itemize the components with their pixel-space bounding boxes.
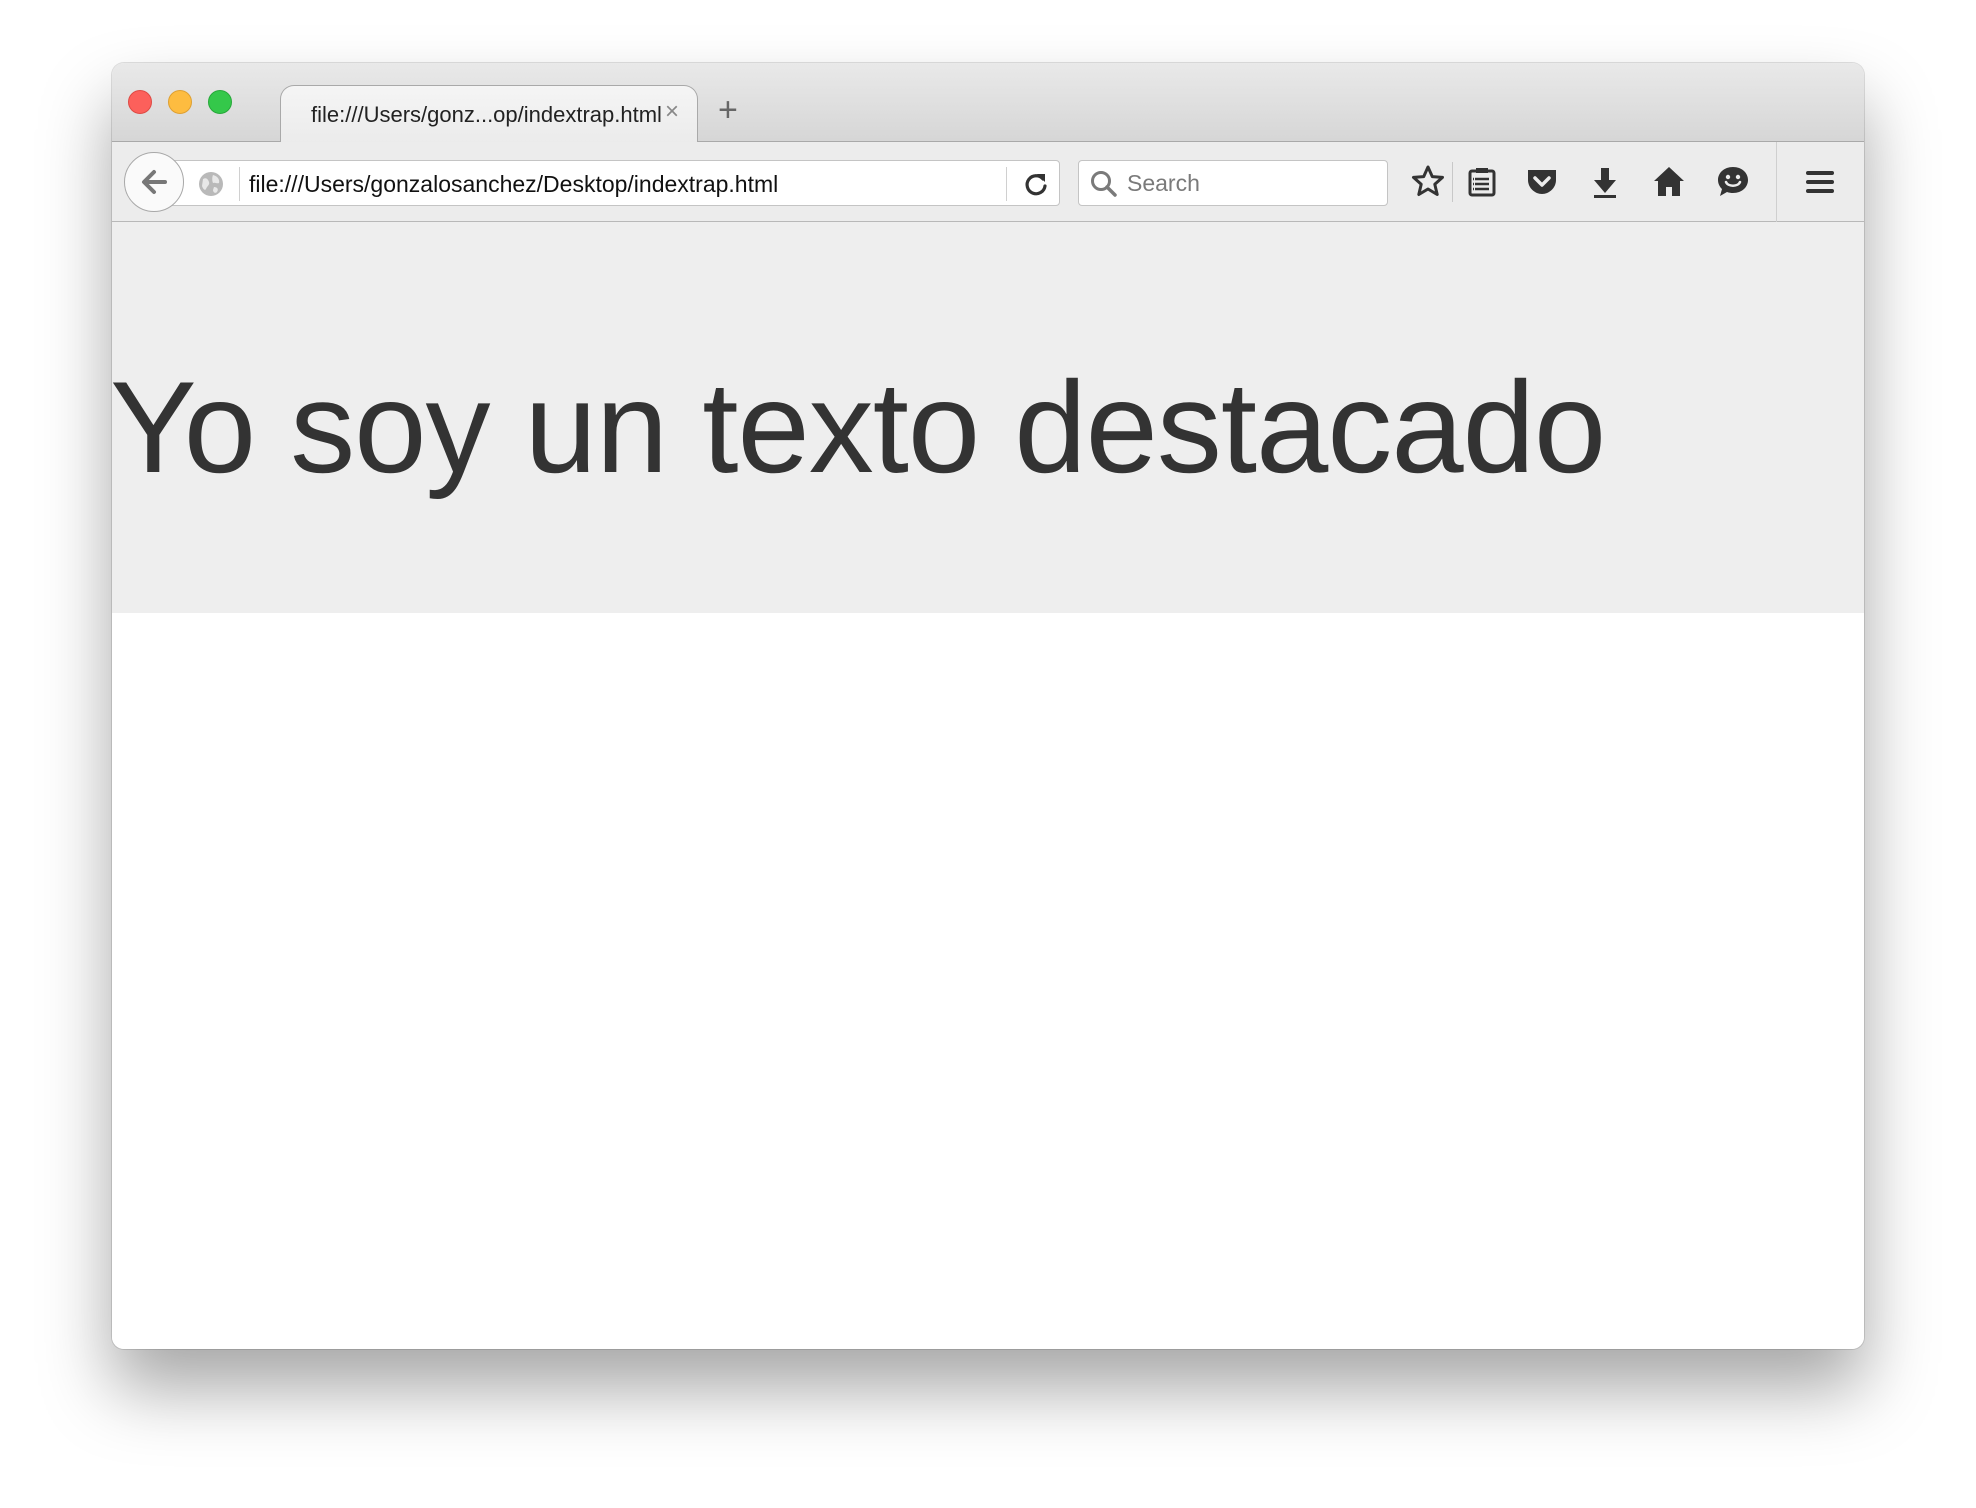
page-content: Yo soy un texto destacado <box>112 222 1864 1349</box>
bookmark-separator <box>1452 162 1453 202</box>
tab-strip: file:///Users/gonz...op/indextrap.html ×… <box>112 63 1864 143</box>
pocket-icon[interactable] <box>1522 162 1562 202</box>
home-icon[interactable] <box>1649 162 1689 202</box>
navigation-toolbar: file:///Users/gonzalosanchez/Desktop/ind… <box>112 142 1864 222</box>
hamburger-menu-icon[interactable] <box>1800 162 1840 202</box>
search-input[interactable] <box>1127 167 1377 199</box>
tab-title: file:///Users/gonz...op/indextrap.html <box>311 102 662 127</box>
url-divider <box>239 167 240 201</box>
search-bar[interactable] <box>1078 160 1388 206</box>
reading-list-icon[interactable] <box>1462 162 1502 202</box>
bookmark-star-icon[interactable] <box>1408 162 1448 202</box>
tab-close-icon[interactable]: × <box>665 100 679 124</box>
menu-separator <box>1776 142 1777 222</box>
hello-chat-icon[interactable] <box>1713 162 1753 202</box>
window-minimize-button[interactable] <box>168 90 192 114</box>
back-arrow-icon <box>142 170 167 194</box>
reload-divider <box>1006 167 1007 201</box>
desktop-background: file:///Users/gonz...op/indextrap.html ×… <box>0 0 1976 1508</box>
headline: Yo soy un texto destacado <box>112 354 1606 500</box>
jumbotron: Yo soy un texto destacado <box>112 222 1864 613</box>
window-close-button[interactable] <box>128 90 152 114</box>
tab-active[interactable]: file:///Users/gonz...op/indextrap.html × <box>280 85 698 143</box>
browser-window: file:///Users/gonz...op/indextrap.html ×… <box>112 63 1864 1349</box>
window-maximize-button[interactable] <box>208 90 232 114</box>
new-tab-button[interactable]: + <box>718 93 738 127</box>
url-text[interactable]: file:///Users/gonzalosanchez/Desktop/ind… <box>249 171 778 198</box>
url-bar[interactable]: file:///Users/gonzalosanchez/Desktop/ind… <box>156 160 1060 206</box>
search-icon <box>1089 169 1119 204</box>
reload-icon[interactable] <box>1023 171 1049 202</box>
globe-icon <box>197 170 225 203</box>
back-button[interactable] <box>124 152 184 212</box>
download-icon[interactable] <box>1585 162 1625 202</box>
